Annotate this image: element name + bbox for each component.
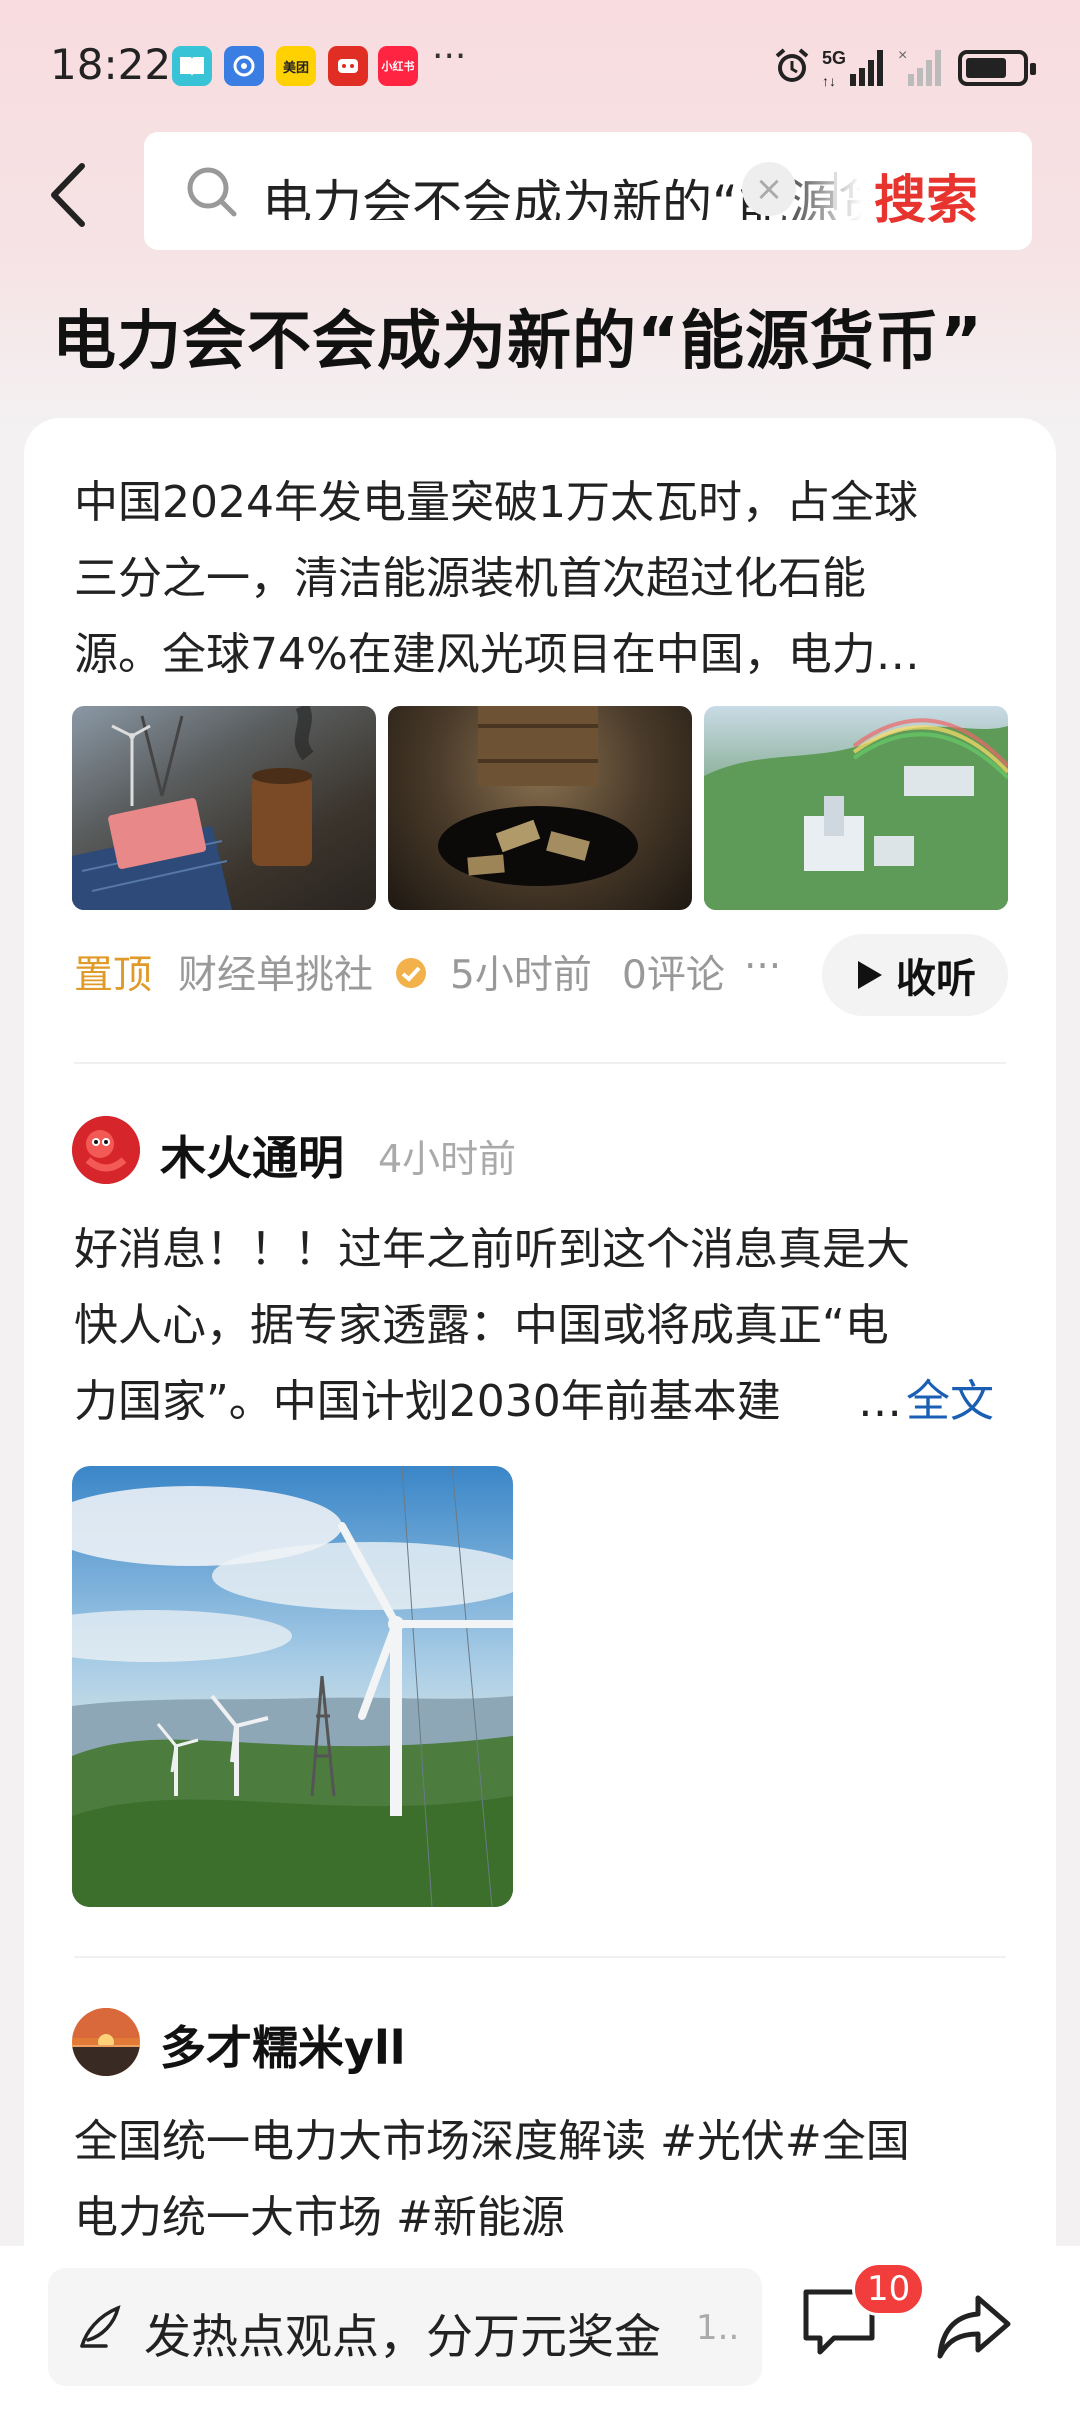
svg-text:×: ×: [898, 47, 907, 64]
pen-icon: [80, 2305, 121, 2348]
signal-no-sim-icon: ×: [898, 47, 941, 86]
listen-button[interactable]: 收听: [822, 934, 1008, 1016]
post-ellipsis: …: [858, 1376, 902, 1427]
author-name[interactable]: 多才糯米yll: [160, 2012, 406, 2078]
clear-search-icon[interactable]: ×: [742, 162, 796, 216]
share-icon[interactable]: [934, 2292, 1014, 2362]
author-name[interactable]: 木火通明: [160, 1122, 344, 1188]
hydro-dam-rainbow-image[interactable]: [704, 706, 1008, 910]
post-text-line[interactable]: 快人心，据专家透露：中国或将成真正“电: [74, 1288, 889, 1364]
reader-app-icon: [172, 46, 212, 86]
bottom-bar: 发热点观点，分万元奖金 1.. 10: [0, 2246, 1080, 2412]
search-separator: [834, 172, 837, 210]
verified-badge-icon: [396, 958, 426, 988]
more-options-icon[interactable]: ···: [744, 944, 781, 1000]
browser-app-icon: [224, 46, 264, 86]
comment-input[interactable]: 发热点观点，分万元奖金 1..: [48, 2268, 762, 2386]
listen-label: 收听: [896, 956, 976, 1002]
article-comments: 0评论: [622, 953, 725, 998]
avatar[interactable]: [72, 1116, 140, 1184]
xiaohongshu-app-icon: 小红书: [378, 46, 418, 86]
page-title: 电力会不会成为新的“能源货币”: [52, 305, 984, 379]
search-icon: [187, 167, 237, 217]
article-time: 5小时前: [450, 953, 592, 998]
post-text-line[interactable]: 电力统一大市场 #新能源: [74, 2180, 565, 2256]
svg-text:↑↓: ↑↓: [822, 73, 836, 89]
post-text-line[interactable]: 好消息！！！过年之前听到这个消息真是大: [74, 1212, 910, 1288]
back-arrow-icon[interactable]: [40, 160, 100, 230]
search-bar[interactable]: 电力会不会成为新的“能源货币” × 搜索: [144, 132, 1032, 250]
signal-5g-icon: 5G ↑↓: [822, 48, 883, 89]
status-time: 18:22: [50, 40, 172, 89]
wind-turbines-mountain-image[interactable]: [72, 1466, 513, 1907]
comment-count-badge: 10: [852, 2262, 926, 2316]
battery-icon: [958, 50, 1036, 86]
svg-text:5G: 5G: [822, 48, 846, 68]
search-button[interactable]: 搜索: [874, 158, 978, 233]
divider: [74, 1062, 1006, 1064]
post-text-line[interactable]: 力国家”。中国计划2030年前基本建: [74, 1364, 781, 1440]
pinned-label: 置顶: [74, 953, 153, 998]
comment-hint-count: 1..: [696, 2308, 740, 2348]
avatar[interactable]: [72, 2008, 140, 2076]
oil-barrel-money-image[interactable]: [388, 706, 692, 910]
divider: [74, 1956, 1006, 1958]
post-time: 4小时前: [378, 1137, 517, 1181]
source-name[interactable]: 财经单挑社: [178, 944, 373, 1000]
status-bar: 18:22 美团 小红书 ··· 5G ↑↓ ×: [0, 0, 1080, 136]
post-text-line[interactable]: 全国统一电力大市场深度解读 #光伏#全国: [74, 2104, 910, 2180]
comment-placeholder: 发热点观点，分万元奖金: [144, 2310, 661, 2365]
meituan-app-icon: 美团: [276, 46, 316, 86]
alarm-icon: [775, 48, 809, 82]
article-summary-line[interactable]: 源。全球74%在建风光项目在中国，电力…: [74, 617, 920, 693]
status-more-icon: ···: [432, 36, 467, 77]
play-icon: [858, 961, 882, 989]
article-summary-line[interactable]: 中国2024年发电量突破1万太瓦时，占全球: [74, 465, 918, 541]
pinduoduo-app-icon: [328, 46, 368, 86]
full-text-link[interactable]: 全文: [906, 1364, 994, 1440]
article-summary-line[interactable]: 三分之一，清洁能源装机首次超过化石能: [74, 541, 866, 617]
solar-oil-money-image[interactable]: [72, 706, 376, 910]
